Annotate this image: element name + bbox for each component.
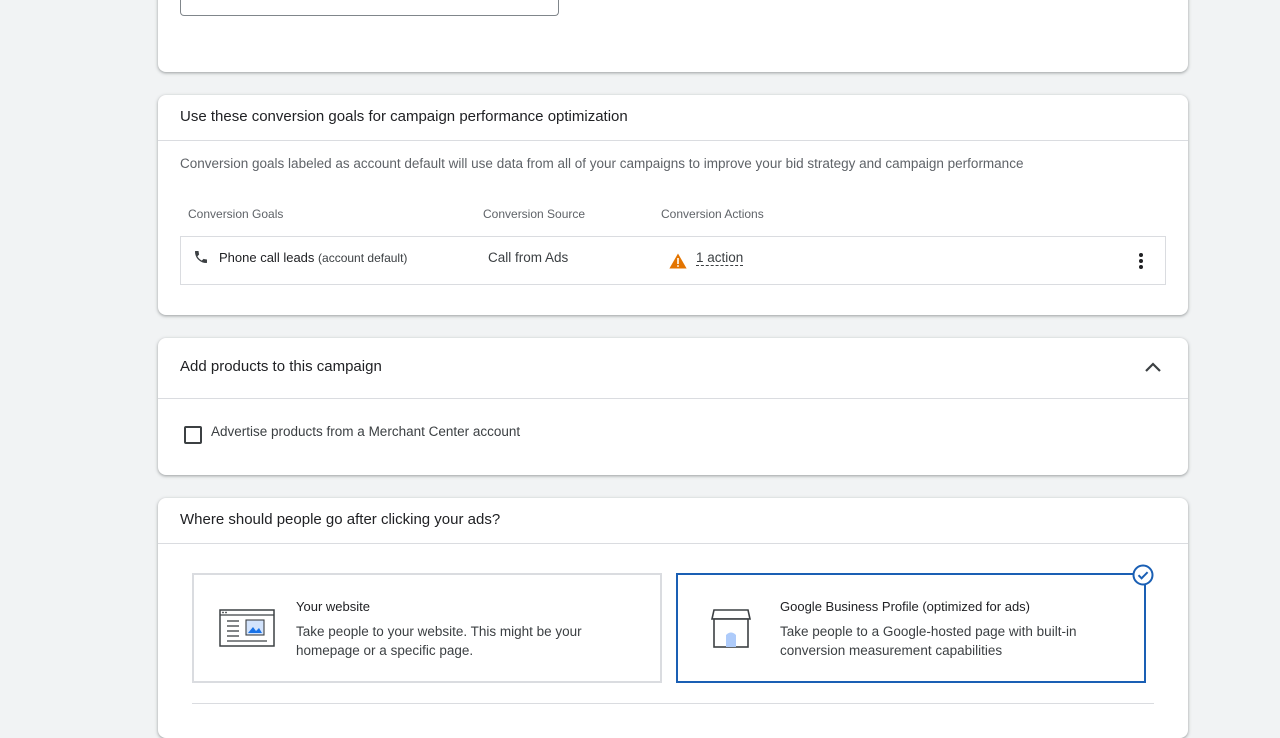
ad-destination-title: Where should people go after clicking yo… — [180, 511, 501, 528]
website-option-description: Take people to your website. This might … — [296, 624, 582, 658]
add-products-card: Add products to this campaign Advertise … — [158, 338, 1188, 475]
column-header-conversion-goals: Conversion Goals — [188, 207, 284, 221]
add-products-title: Add products to this campaign — [180, 358, 382, 375]
table-row: Phone call leads (account default) Call … — [180, 236, 1166, 285]
goal-name: Phone call leads — [219, 250, 315, 265]
conversion-goals-description: Conversion goals labeled as account defa… — [180, 156, 1024, 171]
divider — [192, 703, 1154, 704]
conversion-source-value: Call from Ads — [488, 250, 569, 265]
more-vert-icon[interactable] — [1133, 251, 1149, 276]
text-input-field[interactable] — [180, 0, 559, 16]
divider — [158, 398, 1188, 399]
website-option-card[interactable]: Your website Take people to your website… — [192, 573, 662, 683]
merchant-center-checkbox[interactable] — [184, 426, 202, 444]
column-header-conversion-source: Conversion Source — [483, 207, 586, 221]
website-icon — [219, 609, 275, 652]
check-circle-icon — [1132, 564, 1154, 591]
column-header-conversion-actions: Conversion Actions — [661, 207, 764, 221]
divider — [158, 543, 1188, 544]
ad-destination-card: Where should people go after clicking yo… — [158, 498, 1188, 738]
conversion-goals-card: Use these conversion goals for campaign … — [158, 95, 1188, 315]
phone-icon — [193, 249, 209, 270]
divider — [158, 140, 1188, 141]
goal-note: (account default) — [318, 251, 408, 265]
warning-icon — [669, 253, 687, 274]
previous-section-card — [158, 0, 1188, 72]
business-profile-option-title: Google Business Profile (optimized for a… — [780, 599, 1031, 614]
business-profile-option-card[interactable]: Google Business Profile (optimized for a… — [676, 564, 1154, 683]
conversion-actions-link[interactable]: 1 action — [696, 250, 744, 266]
storefront-icon — [710, 607, 752, 654]
website-option-title: Your website — [296, 599, 370, 614]
conversion-goals-title: Use these conversion goals for campaign … — [180, 108, 628, 125]
chevron-up-icon[interactable] — [1143, 360, 1163, 379]
business-profile-option-description: Take people to a Google-hosted page with… — [780, 624, 1077, 658]
merchant-center-checkbox-label: Advertise products from a Merchant Cente… — [211, 424, 521, 439]
